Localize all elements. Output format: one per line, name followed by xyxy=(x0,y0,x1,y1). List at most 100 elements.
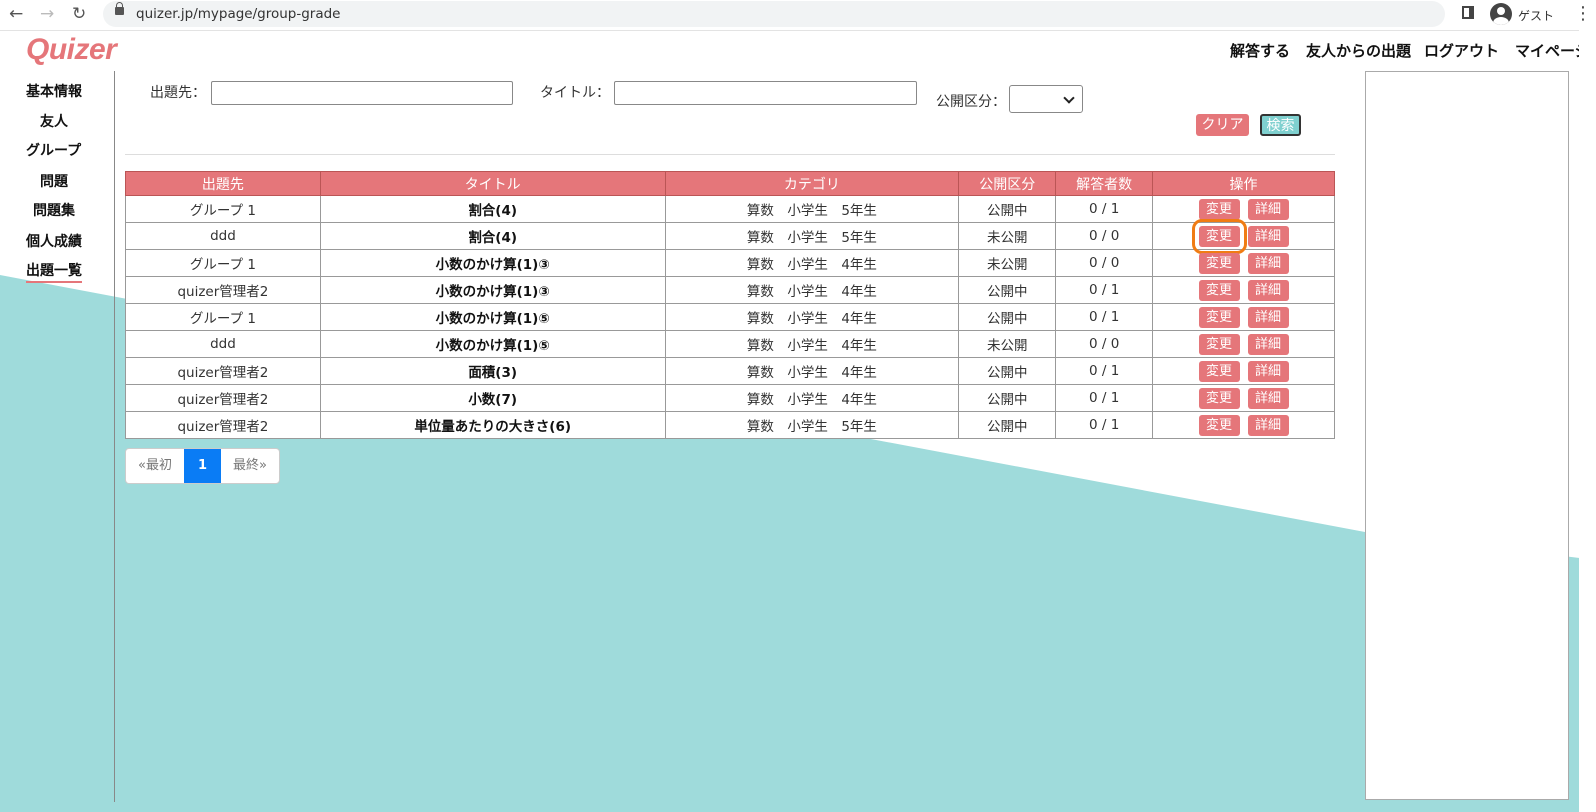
edit-button[interactable]: 変更 xyxy=(1198,414,1240,436)
table-row: グループ 1 割合(4) 算数 小学生 5年生 公開中 0 / 1 変更 詳細 xyxy=(125,195,1335,223)
cell-actions: 変更 詳細 xyxy=(1152,195,1335,223)
reload-icon[interactable]: ↻ xyxy=(72,4,86,24)
lock-icon xyxy=(115,2,124,15)
sidebar-item-groups[interactable]: グループ xyxy=(26,140,81,160)
cell-actions: 変更 詳細 xyxy=(1152,330,1335,358)
edit-button[interactable]: 変更 xyxy=(1198,198,1240,220)
cell-answer-count: 0 / 1 xyxy=(1055,276,1154,304)
table-row: quizer管理者2 小数のかけ算(1)③ 算数 小学生 4年生 公開中 0 /… xyxy=(125,276,1335,304)
results-table: 出題先 タイトル カテゴリ 公開区分 解答者数 操作 グループ 1 割合(4) … xyxy=(125,171,1335,439)
table-row: quizer管理者2 単位量あたりの大きさ(6) 算数 小学生 5年生 公開中 … xyxy=(125,411,1335,439)
detail-button[interactable]: 詳細 xyxy=(1247,252,1289,274)
cell-actions: 変更 詳細 xyxy=(1152,249,1335,277)
cell-destination: quizer管理者2 xyxy=(125,276,321,304)
visibility-label: 公開区分： xyxy=(936,94,1006,110)
cell-category: 算数 小学生 4年生 xyxy=(664,330,960,358)
cell-destination: quizer管理者2 xyxy=(125,411,321,439)
cell-category: 算数 小学生 5年生 xyxy=(664,222,960,250)
cell-destination: ddd xyxy=(125,222,321,250)
search-button[interactable]: 検索 xyxy=(1260,114,1301,136)
page-first-link[interactable]: «最初 xyxy=(126,449,184,483)
cell-destination: ddd xyxy=(125,330,321,358)
table-row: ddd 小数のかけ算(1)⑤ 算数 小学生 4年生 未公開 0 / 0 変更 詳細 xyxy=(125,330,1335,358)
cell-visibility: 公開中 xyxy=(958,276,1057,304)
nav-answer[interactable]: 解答する xyxy=(1230,40,1290,61)
cell-title: 小数のかけ算(1)⑤ xyxy=(319,303,666,331)
page-current[interactable]: 1 xyxy=(183,449,222,483)
cell-actions: 変更 詳細 xyxy=(1152,411,1335,439)
cell-visibility: 公開中 xyxy=(958,411,1057,439)
address-bar[interactable]: quizer.jp/mypage/group-grade xyxy=(103,1,1445,27)
page-last-link[interactable]: 最終» xyxy=(221,449,279,483)
detail-button[interactable]: 詳細 xyxy=(1247,333,1289,355)
header-visibility: 公開区分 xyxy=(958,171,1057,196)
cell-category: 算数 小学生 5年生 xyxy=(664,195,960,223)
title-input[interactable] xyxy=(614,81,917,105)
cell-title: 小数のかけ算(1)⑤ xyxy=(319,330,666,358)
sidebar-item-personal-grades[interactable]: 個人成績 xyxy=(26,231,82,251)
cell-visibility: 公開中 xyxy=(958,303,1057,331)
cell-visibility: 未公開 xyxy=(958,249,1057,277)
edit-button[interactable]: 変更 xyxy=(1198,252,1240,274)
title-label: タイトル： xyxy=(540,85,610,101)
table-row: ddd 割合(4) 算数 小学生 5年生 未公開 0 / 0 変更 詳細 xyxy=(125,218,1335,254)
cell-answer-count: 0 / 1 xyxy=(1055,195,1154,223)
header-category: カテゴリ xyxy=(664,171,960,196)
sidebar-item-questions[interactable]: 問題 xyxy=(40,171,68,191)
cell-category: 算数 小学生 4年生 xyxy=(664,276,960,304)
nav-from-friends[interactable]: 友人からの出題 xyxy=(1306,40,1411,61)
header-answer-count: 解答者数 xyxy=(1055,171,1154,196)
scrollbar[interactable] xyxy=(1579,30,1596,812)
detail-button[interactable]: 詳細 xyxy=(1247,198,1289,220)
cell-visibility: 公開中 xyxy=(958,357,1057,385)
detail-button[interactable]: 詳細 xyxy=(1247,414,1289,436)
cell-answer-count: 0 / 0 xyxy=(1055,222,1154,250)
browser-toolbar: ← → ↻ quizer.jp/mypage/group-grade ゲスト ⋮ xyxy=(0,0,1596,31)
cell-title: 小数のかけ算(1)③ xyxy=(319,249,666,277)
back-icon[interactable]: ← xyxy=(9,4,23,24)
sidebar-item-friends[interactable]: 友人 xyxy=(40,111,68,131)
sidebar-item-question-list[interactable]: 出題一覧 xyxy=(26,260,82,283)
detail-button[interactable]: 詳細 xyxy=(1247,279,1289,301)
edit-button[interactable]: 変更 xyxy=(1198,333,1240,355)
detail-button[interactable]: 詳細 xyxy=(1247,225,1289,247)
sidebar-item-question-sets[interactable]: 問題集 xyxy=(33,200,75,220)
header-actions: 操作 xyxy=(1152,171,1335,196)
menu-kebab-icon[interactable]: ⋮ xyxy=(1574,3,1592,24)
header-title: タイトル xyxy=(319,171,666,196)
profile-avatar-icon[interactable] xyxy=(1490,3,1512,25)
header-destination: 出題先 xyxy=(125,171,321,196)
edit-button[interactable]: 変更 xyxy=(1198,279,1240,301)
edit-button[interactable]: 変更 xyxy=(1198,387,1240,409)
side-panel-icon[interactable] xyxy=(1462,6,1474,19)
cell-visibility: 公開中 xyxy=(958,384,1057,412)
cell-actions: 変更 詳細 xyxy=(1152,303,1335,331)
cell-actions: 変更 詳細 xyxy=(1152,357,1335,385)
cell-answer-count: 0 / 1 xyxy=(1055,357,1154,385)
detail-button[interactable]: 詳細 xyxy=(1247,306,1289,328)
table-header-row: 出題先 タイトル カテゴリ 公開区分 解答者数 操作 xyxy=(125,171,1335,196)
edit-button[interactable]: 変更 xyxy=(1198,360,1240,382)
edit-button[interactable]: 変更 xyxy=(1198,306,1240,328)
cell-category: 算数 小学生 4年生 xyxy=(664,384,960,412)
detail-button[interactable]: 詳細 xyxy=(1247,360,1289,382)
cell-destination: quizer管理者2 xyxy=(125,357,321,385)
cell-title: 割合(4) xyxy=(319,195,666,223)
cell-title: 面積(3) xyxy=(319,357,666,385)
visibility-select[interactable] xyxy=(1009,85,1083,113)
pagination: «最初 1 最終» xyxy=(125,448,280,484)
table-row: グループ 1 小数のかけ算(1)⑤ 算数 小学生 4年生 公開中 0 / 1 変… xyxy=(125,303,1335,331)
sidebar-item-basic-info[interactable]: 基本情報 xyxy=(26,81,82,101)
forward-icon[interactable]: → xyxy=(40,4,54,24)
detail-button[interactable]: 詳細 xyxy=(1247,387,1289,409)
form-divider xyxy=(125,154,1335,155)
cell-destination: グループ 1 xyxy=(125,249,321,277)
clear-button[interactable]: クリア xyxy=(1196,114,1249,136)
destination-input[interactable] xyxy=(211,81,513,105)
edit-button-highlighted[interactable]: 変更 xyxy=(1191,218,1247,254)
site-logo[interactable]: Quizer xyxy=(26,33,117,67)
table-row: quizer管理者2 小数(7) 算数 小学生 4年生 公開中 0 / 1 変更… xyxy=(125,384,1335,412)
cell-answer-count: 0 / 1 xyxy=(1055,384,1154,412)
right-side-panel xyxy=(1365,71,1569,800)
nav-logout[interactable]: ログアウト xyxy=(1424,40,1499,61)
